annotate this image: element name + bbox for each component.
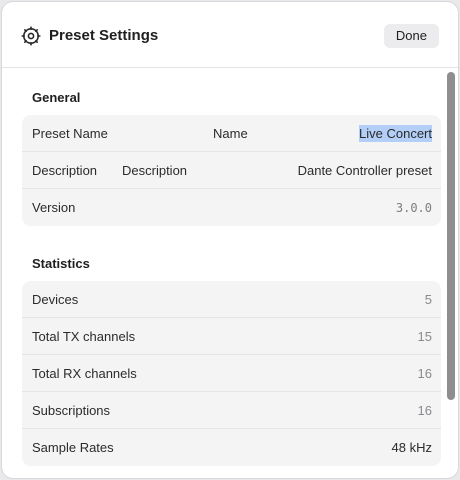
name-field-label: Name: [213, 126, 248, 141]
stat-row-devices: Devices 5: [22, 281, 441, 318]
version-value: 3.0.0: [395, 201, 432, 215]
description-field-label: Description: [122, 163, 188, 178]
preset-name-row: Preset Name Name Live Concert: [22, 115, 441, 152]
done-button[interactable]: Done: [383, 24, 439, 48]
stat-label: Sample Rates: [32, 440, 114, 455]
version-row: Version 3.0.0: [22, 189, 441, 226]
window-header: Preset Settings Done: [2, 2, 458, 68]
window-title: Preset Settings: [49, 27, 159, 44]
preset-name-input[interactable]: Live Concert: [359, 125, 432, 142]
preset-name-label: Preset Name: [32, 126, 108, 141]
settings-content: General Preset Name Name Live Concert De…: [2, 69, 458, 478]
preset-name-value[interactable]: Live Concert: [359, 125, 432, 142]
section-title-general: General: [32, 90, 81, 105]
section-title-statistics: Statistics: [32, 256, 90, 271]
stat-value: 16: [417, 403, 432, 418]
preset-settings-window: Preset Settings Done General Preset Name…: [1, 1, 459, 479]
vertical-scrollbar[interactable]: [447, 72, 455, 400]
stat-value: 16: [417, 366, 432, 381]
stat-row-sample-rates: Sample Rates 48 kHz: [22, 429, 441, 466]
stat-row-subscriptions: Subscriptions 16: [22, 392, 441, 429]
stat-label: Total RX channels: [32, 366, 137, 381]
stat-value: 15: [417, 329, 432, 344]
stat-value: 48 kHz: [391, 440, 432, 455]
gear-icon: [21, 26, 41, 46]
statistics-card: Devices 5 Total TX channels 15 Total RX …: [22, 281, 441, 466]
general-card: Preset Name Name Live Concert Descriptio…: [22, 115, 441, 226]
stat-label: Devices: [32, 292, 79, 307]
description-label: Description: [32, 163, 98, 178]
version-label: Version: [32, 200, 76, 215]
stat-row-total-rx-channels: Total RX channels 16: [22, 355, 441, 392]
stat-label: Total TX channels: [32, 329, 136, 344]
description-row: Description Description Dante Controller…: [22, 152, 441, 189]
stat-row-total-tx-channels: Total TX channels 15: [22, 318, 441, 355]
stat-label: Subscriptions: [32, 403, 111, 418]
description-input[interactable]: Dante Controller preset: [298, 163, 432, 178]
stat-value: 5: [424, 292, 432, 307]
